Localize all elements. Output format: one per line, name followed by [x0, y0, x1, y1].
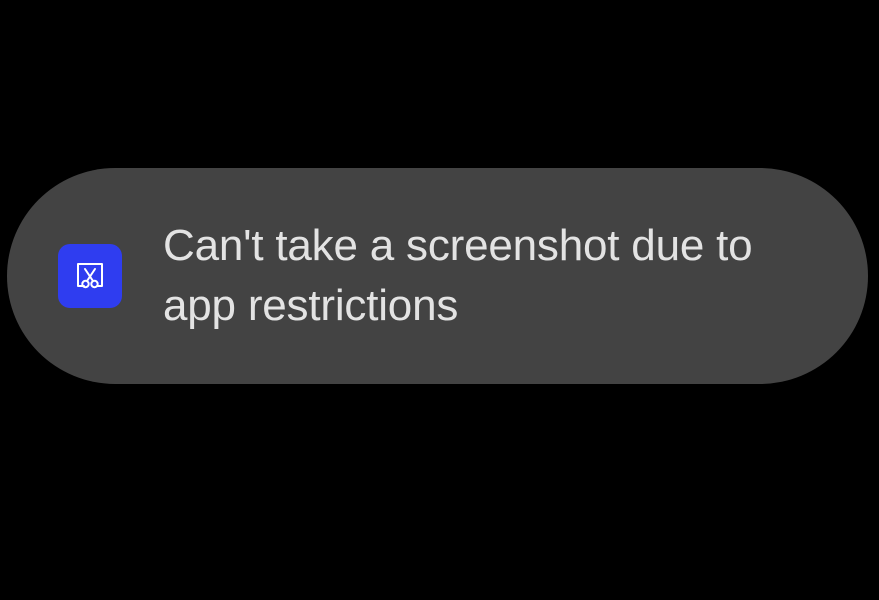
- screenshot-blocked-icon: [58, 244, 122, 308]
- toast-notification: Can't take a screenshot due to app restr…: [7, 168, 868, 384]
- screen: Can't take a screenshot due to app restr…: [0, 0, 879, 600]
- toast-message: Can't take a screenshot due to app restr…: [163, 221, 753, 330]
